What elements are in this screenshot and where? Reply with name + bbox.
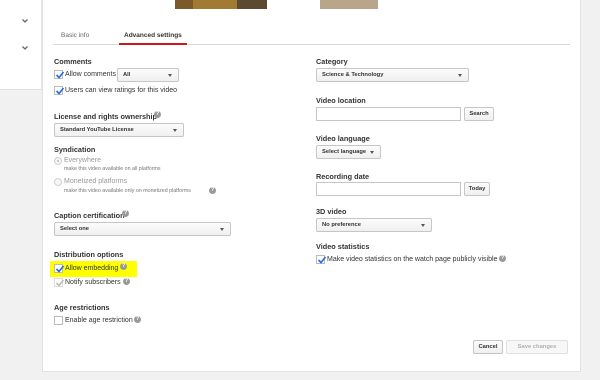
monetized-radio[interactable]	[54, 178, 62, 186]
age-restriction-label: Enable age restriction	[65, 317, 133, 324]
caret-down-icon	[370, 151, 374, 154]
search-button[interactable]: Search	[464, 107, 494, 121]
save-changes-button[interactable]: Save changes	[506, 340, 568, 354]
caret-down-icon	[421, 224, 425, 227]
public-statistics-label: Make video statistics on the watch page …	[327, 256, 498, 263]
license-select[interactable]: Standard YouTube License	[54, 123, 184, 137]
everywhere-description: make this video available on all platfor…	[64, 166, 161, 172]
monetized-description: make this video available only on moneti…	[64, 188, 191, 194]
license-heading: License and rights ownership	[54, 112, 157, 121]
everywhere-label: Everywhere	[64, 157, 101, 164]
chevron-down-icon[interactable]	[21, 17, 29, 25]
cancel-button[interactable]: Cancel	[473, 340, 503, 354]
everywhere-radio[interactable]	[54, 157, 62, 165]
monetized-label: Monetized platforms	[64, 178, 128, 185]
allow-comments-select-value: All	[123, 72, 131, 78]
today-button[interactable]: Today	[464, 182, 490, 196]
caption-select[interactable]: Select one	[54, 222, 231, 236]
help-icon[interactable]: ?	[209, 187, 216, 194]
caption-heading: Caption certification	[54, 211, 125, 220]
thumbnail-image[interactable]	[193, 0, 237, 9]
tab-advanced-settings[interactable]: Advanced settings	[119, 29, 187, 45]
settings-tabs: Basic info Advanced settings	[53, 29, 570, 45]
allow-comments-select[interactable]: All	[117, 68, 179, 82]
license-select-value: Standard YouTube License	[60, 127, 134, 133]
public-statistics-checkbox[interactable]	[316, 255, 327, 264]
allow-comments-label: Allow comments	[65, 71, 116, 78]
caption-select-value: Select one	[60, 226, 89, 232]
video-location-input[interactable]	[316, 107, 461, 121]
caret-down-icon	[458, 74, 462, 77]
allow-embedding-checkbox[interactable]	[54, 264, 65, 273]
thumbnail-image[interactable]	[320, 0, 378, 9]
check-icon	[55, 265, 65, 273]
caret-down-icon	[173, 129, 177, 132]
help-icon[interactable]: ?	[123, 278, 130, 285]
check-icon	[317, 256, 327, 264]
help-icon[interactable]: ?	[154, 111, 161, 118]
video-language-heading: Video language	[316, 134, 370, 143]
comments-heading: Comments	[54, 57, 92, 66]
recording-date-input[interactable]	[316, 182, 461, 196]
video-language-select[interactable]: Select language	[316, 145, 381, 159]
thumbnail-image[interactable]	[237, 0, 267, 9]
age-restrictions-heading: Age restrictions	[54, 303, 110, 312]
help-icon[interactable]: ?	[499, 255, 506, 262]
allow-embedding-label: Allow embedding	[65, 265, 119, 272]
category-heading: Category	[316, 57, 348, 66]
check-icon	[55, 279, 65, 287]
distribution-heading: Distribution options	[54, 250, 124, 259]
video-settings-card: Basic info Advanced settings Comments Al…	[42, 0, 581, 372]
help-icon[interactable]: ?	[120, 263, 127, 270]
chevron-down-icon[interactable]	[21, 44, 29, 52]
category-select-value: Science & Technology	[322, 72, 384, 78]
help-icon[interactable]: ?	[122, 210, 129, 217]
video-location-heading: Video location	[316, 96, 366, 105]
3d-video-heading: 3D video	[316, 207, 347, 216]
left-sidebar	[0, 0, 42, 90]
category-select[interactable]: Science & Technology	[316, 68, 469, 82]
3d-video-select-value: No preference	[322, 222, 361, 228]
check-icon	[55, 87, 65, 95]
3d-video-select[interactable]: No preference	[316, 218, 432, 232]
tab-basic-info[interactable]: Basic info	[61, 29, 89, 45]
notify-subscribers-label: Notify subscribers	[65, 279, 121, 286]
video-language-select-value: Select language	[322, 149, 367, 155]
allow-comments-checkbox[interactable]	[54, 70, 65, 79]
recording-date-heading: Recording date	[316, 172, 370, 181]
notify-subscribers-checkbox[interactable]	[54, 278, 65, 287]
caret-down-icon	[220, 228, 224, 231]
help-icon[interactable]: ?	[134, 316, 141, 323]
video-statistics-heading: Video statistics	[316, 242, 370, 251]
age-restriction-checkbox[interactable]	[54, 316, 63, 325]
view-ratings-label: Users can view ratings for this video	[65, 87, 178, 94]
view-ratings-checkbox[interactable]	[54, 86, 65, 95]
syndication-heading: Syndication	[54, 145, 96, 154]
check-icon	[55, 71, 65, 79]
thumbnail-image[interactable]	[175, 0, 193, 9]
caret-down-icon	[168, 74, 172, 77]
